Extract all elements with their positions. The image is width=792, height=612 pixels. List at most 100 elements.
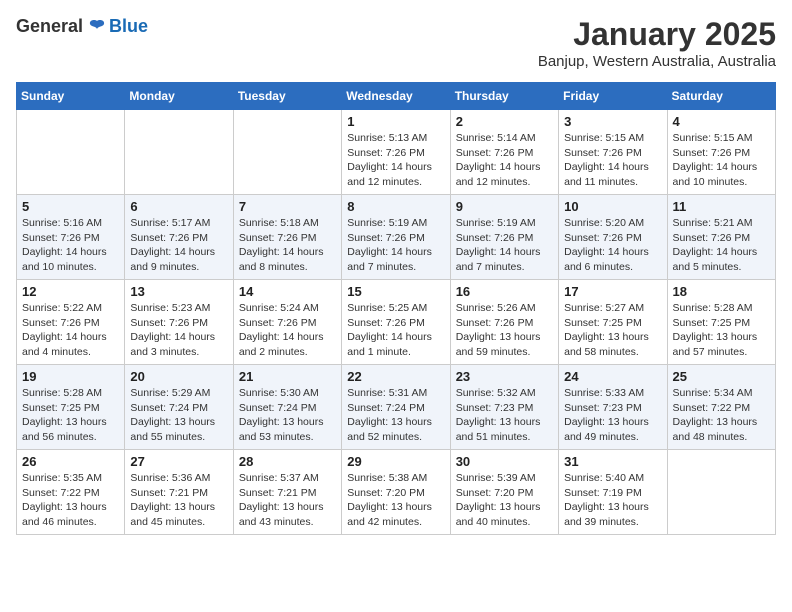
logo: General Blue: [16, 16, 148, 37]
day-number: 9: [456, 199, 553, 214]
day-info: Sunrise: 5:16 AMSunset: 7:26 PMDaylight:…: [22, 216, 119, 275]
day-info: Sunrise: 5:31 AMSunset: 7:24 PMDaylight:…: [347, 386, 444, 445]
day-info: Sunrise: 5:13 AMSunset: 7:26 PMDaylight:…: [347, 131, 444, 190]
calendar-cell: 1 Sunrise: 5:13 AMSunset: 7:26 PMDaylight…: [342, 110, 450, 195]
day-info: Sunrise: 5:28 AMSunset: 7:25 PMDaylight:…: [673, 301, 770, 360]
day-number: 15: [347, 284, 444, 299]
day-number: 31: [564, 454, 661, 469]
calendar-cell: 9 Sunrise: 5:19 AMSunset: 7:26 PMDaylight…: [450, 195, 558, 280]
day-number: 24: [564, 369, 661, 384]
day-info: Sunrise: 5:32 AMSunset: 7:23 PMDaylight:…: [456, 386, 553, 445]
weekday-header-wednesday: Wednesday: [342, 83, 450, 110]
calendar-cell: 10 Sunrise: 5:20 AMSunset: 7:26 PMDayligh…: [559, 195, 667, 280]
page-header: General Blue January 2025 Banjup, Wester…: [16, 16, 776, 70]
calendar-week-1: 1 Sunrise: 5:13 AMSunset: 7:26 PMDaylight…: [17, 110, 776, 195]
calendar-cell: 26 Sunrise: 5:35 AMSunset: 7:22 PMDayligh…: [17, 450, 125, 535]
day-number: 29: [347, 454, 444, 469]
day-number: 1: [347, 114, 444, 129]
day-number: 27: [130, 454, 227, 469]
day-info: Sunrise: 5:27 AMSunset: 7:25 PMDaylight:…: [564, 301, 661, 360]
calendar-cell: 25Sunrise: 5:34 AMSunset: 7:22 PMDayligh…: [667, 365, 775, 450]
day-number: 21: [239, 369, 336, 384]
day-info: Sunrise: 5:15 AMSunset: 7:26 PMDaylight:…: [673, 131, 770, 190]
day-number: 20: [130, 369, 227, 384]
calendar-cell: 20 Sunrise: 5:29 AMSunset: 7:24 PMDayligh…: [125, 365, 233, 450]
calendar-cell: 6 Sunrise: 5:17 AMSunset: 7:26 PMDaylight…: [125, 195, 233, 280]
day-info: Sunrise: 5:39 AMSunset: 7:20 PMDaylight:…: [456, 471, 553, 530]
day-number: 22: [347, 369, 444, 384]
day-number: 2: [456, 114, 553, 129]
day-info: Sunrise: 5:35 AMSunset: 7:22 PMDaylight:…: [22, 471, 119, 530]
weekday-header-thursday: Thursday: [450, 83, 558, 110]
logo-general-text: General: [16, 16, 83, 37]
calendar-cell: 30Sunrise: 5:39 AMSunset: 7:20 PMDayligh…: [450, 450, 558, 535]
day-info: Sunrise: 5:25 AMSunset: 7:26 PMDaylight:…: [347, 301, 444, 360]
weekday-header-saturday: Saturday: [667, 83, 775, 110]
day-number: 28: [239, 454, 336, 469]
day-info: Sunrise: 5:15 AMSunset: 7:26 PMDaylight:…: [564, 131, 661, 190]
day-number: 3: [564, 114, 661, 129]
day-number: 12: [22, 284, 119, 299]
day-info: Sunrise: 5:21 AMSunset: 7:26 PMDaylight:…: [673, 216, 770, 275]
calendar-cell: [17, 110, 125, 195]
day-info: Sunrise: 5:23 AMSunset: 7:26 PMDaylight:…: [130, 301, 227, 360]
calendar-cell: 11 Sunrise: 5:21 AMSunset: 7:26 PMDayligh…: [667, 195, 775, 280]
logo-bird-icon: [87, 17, 107, 37]
day-info: Sunrise: 5:20 AMSunset: 7:26 PMDaylight:…: [564, 216, 661, 275]
calendar-cell: 28 Sunrise: 5:37 AMSunset: 7:21 PMDayligh…: [233, 450, 341, 535]
calendar-cell: 16Sunrise: 5:26 AMSunset: 7:26 PMDayligh…: [450, 280, 558, 365]
day-info: Sunrise: 5:34 AMSunset: 7:22 PMDaylight:…: [673, 386, 770, 445]
day-info: Sunrise: 5:24 AMSunset: 7:26 PMDaylight:…: [239, 301, 336, 360]
day-number: 17: [564, 284, 661, 299]
day-number: 11: [673, 199, 770, 214]
calendar-week-2: 5 Sunrise: 5:16 AMSunset: 7:26 PMDaylight…: [17, 195, 776, 280]
day-number: 5: [22, 199, 119, 214]
calendar-week-3: 12 Sunrise: 5:22 AMSunset: 7:26 PMDayligh…: [17, 280, 776, 365]
calendar-cell: [667, 450, 775, 535]
calendar-cell: 17 Sunrise: 5:27 AMSunset: 7:25 PMDayligh…: [559, 280, 667, 365]
calendar-week-4: 19 Sunrise: 5:28 AMSunset: 7:25 PMDayligh…: [17, 365, 776, 450]
calendar-cell: 22 Sunrise: 5:31 AMSunset: 7:24 PMDayligh…: [342, 365, 450, 450]
day-info: Sunrise: 5:29 AMSunset: 7:24 PMDaylight:…: [130, 386, 227, 445]
day-info: Sunrise: 5:28 AMSunset: 7:25 PMDaylight:…: [22, 386, 119, 445]
day-number: 23: [456, 369, 553, 384]
title-block: January 2025 Banjup, Western Australia, …: [538, 16, 776, 70]
month-title: January 2025: [538, 16, 776, 53]
calendar-cell: [233, 110, 341, 195]
day-number: 4: [673, 114, 770, 129]
calendar-cell: 27 Sunrise: 5:36 AMSunset: 7:21 PMDayligh…: [125, 450, 233, 535]
day-info: Sunrise: 5:40 AMSunset: 7:19 PMDaylight:…: [564, 471, 661, 530]
calendar-cell: 3 Sunrise: 5:15 AMSunset: 7:26 PMDaylight…: [559, 110, 667, 195]
calendar-cell: 14 Sunrise: 5:24 AMSunset: 7:26 PMDayligh…: [233, 280, 341, 365]
calendar-cell: 15 Sunrise: 5:25 AMSunset: 7:26 PMDayligh…: [342, 280, 450, 365]
day-number: 19: [22, 369, 119, 384]
day-number: 26: [22, 454, 119, 469]
day-info: Sunrise: 5:36 AMSunset: 7:21 PMDaylight:…: [130, 471, 227, 530]
day-number: 8: [347, 199, 444, 214]
day-info: Sunrise: 5:30 AMSunset: 7:24 PMDaylight:…: [239, 386, 336, 445]
calendar-cell: 18 Sunrise: 5:28 AMSunset: 7:25 PMDayligh…: [667, 280, 775, 365]
day-info: Sunrise: 5:17 AMSunset: 7:26 PMDaylight:…: [130, 216, 227, 275]
day-info: Sunrise: 5:37 AMSunset: 7:21 PMDaylight:…: [239, 471, 336, 530]
day-info: Sunrise: 5:33 AMSunset: 7:23 PMDaylight:…: [564, 386, 661, 445]
weekday-header-tuesday: Tuesday: [233, 83, 341, 110]
day-number: 7: [239, 199, 336, 214]
calendar-cell: 8Sunrise: 5:19 AMSunset: 7:26 PMDaylight…: [342, 195, 450, 280]
day-info: Sunrise: 5:26 AMSunset: 7:26 PMDaylight:…: [456, 301, 553, 360]
day-number: 18: [673, 284, 770, 299]
calendar-cell: 21 Sunrise: 5:30 AMSunset: 7:24 PMDayligh…: [233, 365, 341, 450]
day-info: Sunrise: 5:19 AMSunset: 7:26 PMDaylight:…: [456, 216, 553, 275]
day-number: 10: [564, 199, 661, 214]
day-info: Sunrise: 5:22 AMSunset: 7:26 PMDaylight:…: [22, 301, 119, 360]
calendar-table: SundayMondayTuesdayWednesdayThursdayFrid…: [16, 82, 776, 535]
calendar-cell: 13Sunrise: 5:23 AMSunset: 7:26 PMDayligh…: [125, 280, 233, 365]
day-number: 6: [130, 199, 227, 214]
calendar-header-row: SundayMondayTuesdayWednesdayThursdayFrid…: [17, 83, 776, 110]
calendar-cell: 23 Sunrise: 5:32 AMSunset: 7:23 PMDayligh…: [450, 365, 558, 450]
day-number: 14: [239, 284, 336, 299]
calendar-cell: 12 Sunrise: 5:22 AMSunset: 7:26 PMDayligh…: [17, 280, 125, 365]
calendar-cell: 19 Sunrise: 5:28 AMSunset: 7:25 PMDayligh…: [17, 365, 125, 450]
calendar-cell: 4 Sunrise: 5:15 AMSunset: 7:26 PMDaylight…: [667, 110, 775, 195]
calendar-cell: 29 Sunrise: 5:38 AMSunset: 7:20 PMDayligh…: [342, 450, 450, 535]
day-info: Sunrise: 5:38 AMSunset: 7:20 PMDaylight:…: [347, 471, 444, 530]
